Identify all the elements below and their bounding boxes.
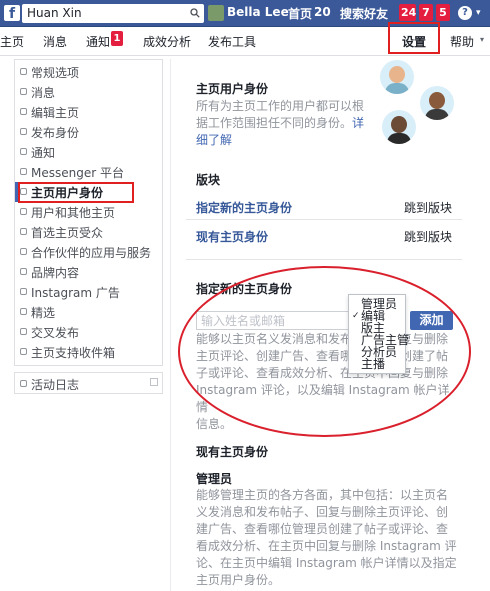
tab-help[interactable]: 帮助 <box>450 33 474 50</box>
person-avatar-3 <box>382 110 416 144</box>
search-input[interactable]: Huan Xin <box>27 6 82 20</box>
inbox-icon <box>20 348 27 355</box>
settings-sidebar: 常规选项 消息 编辑主页 发布身份 通知 Messenger 平台 主页用户身份… <box>14 59 163 366</box>
role-option-live-contributor[interactable]: 主播 <box>361 357 385 371</box>
sidebar-item-preferred-audience[interactable]: 首选主页受众 <box>15 222 162 242</box>
sidebar-item-general[interactable]: 常规选项 <box>15 62 162 82</box>
notifications-badge[interactable]: 5 <box>436 4 450 21</box>
sidebar-item-edit-page[interactable]: 编辑主页 <box>15 102 162 122</box>
page-roles-description: 所有为主页工作的用户都可以根 据工作范围担任不同的身份。详 细了解 <box>196 99 365 147</box>
expand-icon[interactable] <box>150 378 158 386</box>
sidebar-item-label: 常规选项 <box>31 66 80 80</box>
sidebar-item-label: 通知 <box>31 146 56 160</box>
sidebar-item-partner-apps[interactable]: 合作伙伴的应用与服务 <box>15 242 162 262</box>
sidebar-item-label: 交叉发布 <box>31 326 80 340</box>
tab-messages[interactable]: 消息 <box>43 33 67 50</box>
people-icon <box>20 208 27 215</box>
help-icon[interactable]: ? <box>458 6 472 20</box>
video-icon <box>20 328 27 335</box>
settings-highlight-box <box>388 22 440 54</box>
account-menu-chevron-down-icon[interactable]: ▾ <box>476 8 481 18</box>
facebook-logo-icon[interactable]: f <box>4 5 20 22</box>
activity-log-label: 活动日志 <box>31 378 80 392</box>
tab-notifications[interactable]: 通知 <box>86 33 110 50</box>
activity-log-panel[interactable]: 活动日志 <box>14 372 163 394</box>
flag-icon <box>20 128 27 135</box>
sidebar-item-label: 精选 <box>31 306 56 320</box>
star-icon <box>20 308 27 315</box>
user-name-link[interactable]: Bella Lee <box>227 5 289 19</box>
sidebar-item-label: 用户和其他主页 <box>31 206 116 220</box>
friend-requests-badge[interactable]: 24 <box>399 4 416 21</box>
learn-more-link-cont[interactable]: 细了解 <box>196 133 232 147</box>
notifications-count-badge: 1 <box>111 31 123 46</box>
page-roles-title: 主页用户身份 <box>196 82 269 96</box>
help-chevron-down-icon[interactable]: ▾ <box>480 35 484 44</box>
sidebar-item-label: 品牌内容 <box>31 266 80 280</box>
divider <box>186 219 462 220</box>
handshake-icon <box>20 268 27 275</box>
messages-badge[interactable]: 7 <box>419 4 433 21</box>
existing-roles-link[interactable]: 现有主页身份 <box>196 228 268 245</box>
divider <box>186 259 462 260</box>
message-icon <box>20 88 27 95</box>
sidebar-item-label: 合作伙伴的应用与服务 <box>31 246 152 260</box>
home-link[interactable]: 首页 <box>288 5 312 22</box>
sections-title: 版块 <box>196 173 221 187</box>
apps-icon <box>20 248 27 255</box>
sidebar-item-label: 首选主页受众 <box>31 226 104 240</box>
checkmark-icon: ✓ <box>352 311 360 321</box>
home-count: 20 <box>314 5 331 19</box>
edit-icon <box>20 108 27 115</box>
instagram-icon <box>20 288 27 295</box>
page-roles-highlight-box <box>18 182 134 203</box>
sidebar-item-label: Instagram 广告 <box>31 286 120 300</box>
role-permissions-description: 能够以主页名义发消息和发布帖子、回复与删除 主页评论、创建广告、查看哪位管理员创… <box>196 332 450 431</box>
sidebar-item-support-inbox[interactable]: 主页支持收件箱 <box>15 342 162 362</box>
user-avatar[interactable] <box>208 5 224 21</box>
sidebar-item-messenger-platform[interactable]: Messenger 平台 <box>15 162 162 182</box>
admin-role-title: 管理员 <box>196 472 233 486</box>
jump-to-section-link[interactable]: 跳到版块 <box>404 228 452 245</box>
list-icon <box>20 380 27 387</box>
find-friends-link[interactable]: 搜索好友 <box>340 5 388 22</box>
person-avatar-1 <box>380 60 414 94</box>
sidebar-item-featured[interactable]: 精选 <box>15 302 162 322</box>
sidebar-item-messaging[interactable]: 消息 <box>15 82 162 102</box>
person-avatar-2 <box>420 86 454 120</box>
sidebar-item-post-attribution[interactable]: 发布身份 <box>15 122 162 142</box>
add-button[interactable]: 添加 <box>410 311 453 330</box>
sidebar-item-label: 消息 <box>31 86 56 100</box>
sidebar-item-notifications[interactable]: 通知 <box>15 142 162 162</box>
tab-publishing-tools[interactable]: 发布工具 <box>208 33 256 50</box>
sidebar-item-people-and-other-pages[interactable]: 用户和其他主页 <box>15 202 162 222</box>
sidebar-item-label: Messenger 平台 <box>31 166 124 180</box>
content-border <box>170 59 171 591</box>
sidebar-item-label: 主页支持收件箱 <box>31 346 116 360</box>
search-icon[interactable] <box>190 8 200 18</box>
messenger-icon <box>20 168 27 175</box>
learn-more-link[interactable]: 详 <box>352 116 364 130</box>
sidebar-item-instagram-ads[interactable]: Instagram 广告 <box>15 282 162 302</box>
gear-icon <box>20 68 27 75</box>
sidebar-item-label: 编辑主页 <box>31 106 80 120</box>
jump-to-section-link[interactable]: 跳到版块 <box>404 199 452 216</box>
admin-role-description: 能够管理主页的各方各面，其中包括：以主页名 义发消息和发布帖子、回复与删除主页评… <box>196 488 457 587</box>
search-box[interactable]: Huan Xin <box>22 4 204 23</box>
existing-roles-title: 现有主页身份 <box>196 445 269 459</box>
role-select-dropdown[interactable]: 管理员 ✓ 编辑 版主 广告主管 分析员 主播 <box>348 294 409 374</box>
audience-icon <box>20 228 27 235</box>
assign-new-role-link[interactable]: 指定新的主页身份 <box>196 199 292 216</box>
tab-page[interactable]: 主页 <box>0 33 24 50</box>
globe-icon <box>20 148 27 155</box>
sidebar-item-crossposting[interactable]: 交叉发布 <box>15 322 162 342</box>
page-roles-illustration <box>376 60 466 150</box>
tab-insights[interactable]: 成效分析 <box>143 33 191 50</box>
assign-role-title: 指定新的主页身份 <box>196 282 293 296</box>
sidebar-item-label: 发布身份 <box>31 126 80 140</box>
sidebar-item-branded-content[interactable]: 品牌内容 <box>15 262 162 282</box>
